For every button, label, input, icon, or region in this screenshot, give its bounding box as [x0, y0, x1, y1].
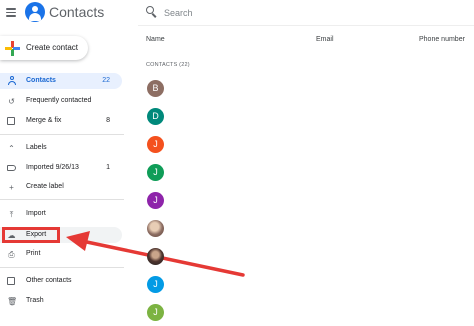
- sidebar-item-label: Frequently contacted: [26, 97, 92, 104]
- create-contact-button[interactable]: Create contact: [0, 36, 88, 60]
- sidebar-item-frequently-contacted[interactable]: ↺ Frequently contacted: [0, 93, 122, 109]
- sidebar-item-print[interactable]: ⎙ Print: [0, 246, 122, 262]
- sidebar-item-merge-fix[interactable]: Merge & fix 8: [0, 113, 122, 129]
- sidebar-divider: [0, 199, 124, 200]
- merge-icon: [7, 117, 15, 125]
- sidebar-divider: [0, 267, 124, 268]
- merge-count: 8: [106, 117, 110, 124]
- plus-icon: +: [9, 183, 14, 192]
- sidebar-item-trash[interactable]: 🗑 Trash: [0, 293, 122, 309]
- chevron-up-icon: ⌃: [8, 144, 15, 153]
- hamburger-menu-icon[interactable]: [6, 8, 16, 17]
- sidebar-item-other-contacts[interactable]: Other contacts: [0, 273, 122, 289]
- label-icon: [7, 165, 16, 171]
- contact-avatar[interactable]: [147, 220, 164, 237]
- printer-icon: ⎙: [8, 250, 15, 259]
- sidebar-item-label: Contacts: [26, 77, 56, 84]
- sidebar-item-label: Print: [26, 250, 41, 257]
- contacts-count: 22: [102, 77, 110, 84]
- sidebar-item-label: Imported 9/26/13: [26, 164, 79, 171]
- sidebar-item-import[interactable]: ⤒ Import: [0, 206, 122, 222]
- sidebar-item-label: Other contacts: [26, 277, 72, 284]
- label-count: 1: [106, 164, 110, 171]
- other-contacts-icon: [7, 277, 15, 285]
- create-label-button[interactable]: + Create label: [0, 179, 122, 195]
- sidebar-item-label: Create label: [26, 183, 64, 190]
- sidebar-item-label-imported[interactable]: Imported 9/26/13 1: [0, 160, 122, 176]
- contact-avatar[interactable]: J: [147, 276, 164, 293]
- history-icon: ↺: [8, 97, 15, 106]
- column-header-phone[interactable]: Phone number: [419, 36, 465, 43]
- search-bar: [138, 0, 474, 26]
- colorful-plus-icon: [4, 40, 20, 56]
- labels-header: Labels: [26, 144, 47, 151]
- contact-avatar[interactable]: J: [147, 304, 164, 321]
- column-header-name[interactable]: Name: [146, 36, 165, 43]
- search-icon[interactable]: [146, 6, 158, 18]
- contact-avatar[interactable]: J: [147, 136, 164, 153]
- sidebar-item-contacts[interactable]: Contacts 22: [0, 73, 122, 89]
- contacts-section-title: CONTACTS (22): [146, 62, 190, 68]
- sidebar-divider: [0, 134, 124, 135]
- app-title[interactable]: Contacts: [49, 4, 104, 20]
- trash-icon: 🗑: [7, 297, 18, 306]
- contact-avatar[interactable]: B: [147, 80, 164, 97]
- sidebar-item-label: Trash: [26, 297, 44, 304]
- search-input[interactable]: [164, 5, 454, 21]
- upload-icon: ⤒: [9, 210, 14, 219]
- contact-avatar[interactable]: J: [147, 192, 164, 209]
- contact-avatar[interactable]: D: [147, 108, 164, 125]
- labels-toggle[interactable]: ⌃ Labels: [0, 140, 122, 156]
- contact-avatar[interactable]: [147, 248, 164, 265]
- contact-avatar[interactable]: J: [147, 164, 164, 181]
- contacts-logo-icon[interactable]: [25, 2, 45, 22]
- person-icon: [7, 76, 16, 86]
- sidebar-item-label: Import: [26, 210, 46, 217]
- export-highlight-box: [2, 227, 60, 243]
- app-header: Contacts: [0, 0, 136, 28]
- create-contact-label: Create contact: [26, 43, 79, 52]
- sidebar-item-label: Merge & fix: [26, 117, 62, 124]
- column-header-email[interactable]: Email: [316, 36, 334, 43]
